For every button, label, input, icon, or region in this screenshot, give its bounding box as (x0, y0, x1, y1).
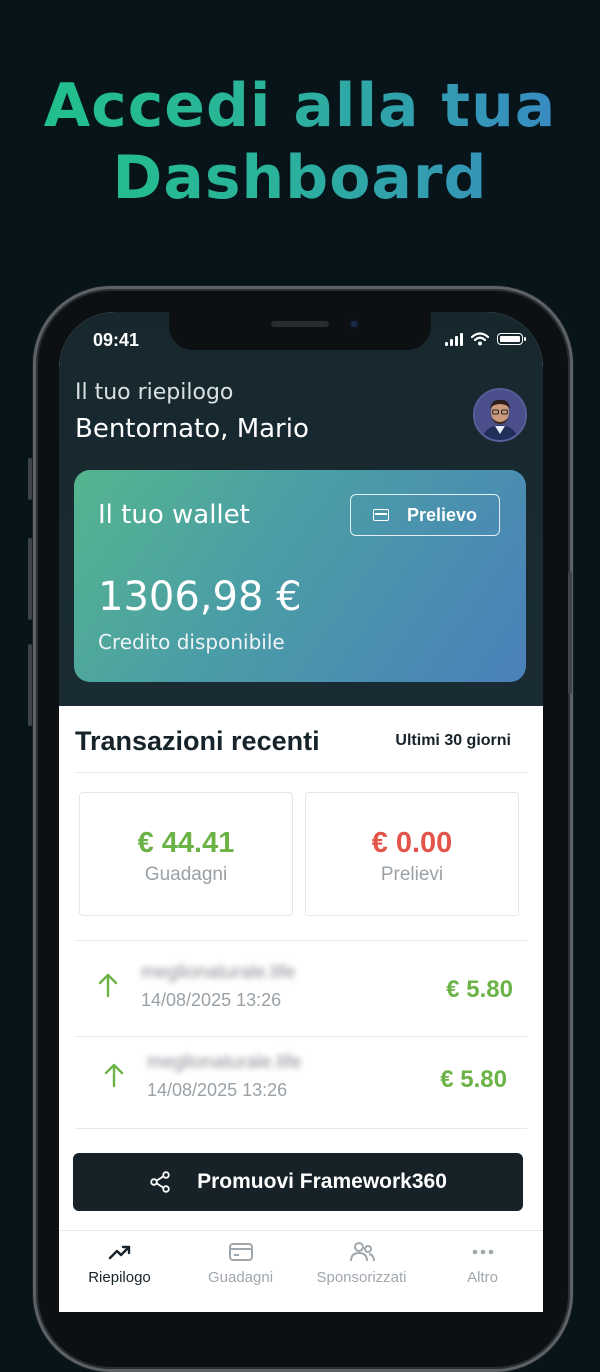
mute-switch (28, 458, 32, 500)
tab-bar: Riepilogo Guadagni Sponsorizzati Altro (59, 1230, 543, 1312)
transaction-row[interactable]: meglionaturale.life 14/08/2025 13:26 € 5… (75, 946, 527, 1034)
volume-up-button (28, 538, 32, 620)
withdraw-label: Prelievo (406, 504, 478, 525)
more-icon (472, 1249, 493, 1255)
earnings-value: € 44.41 (137, 827, 235, 859)
users-icon (349, 1242, 375, 1262)
tab-sponsorizzati[interactable]: Sponsorizzati (301, 1231, 422, 1312)
withdrawals-value: € 0.00 (371, 827, 453, 859)
tab-label: Guadagni (207, 1269, 274, 1286)
date-range-filter[interactable]: Ultimi 30 giorni (395, 732, 511, 750)
transaction-description: meglionaturale.life (141, 962, 296, 983)
arrow-up-icon (104, 1063, 124, 1088)
notch (169, 312, 431, 350)
balance-label: Credito disponibile (98, 630, 285, 654)
greeting-subtitle: Il tuo riepilogo (75, 380, 234, 405)
card-icon (372, 509, 389, 521)
avatar[interactable] (473, 388, 527, 442)
tab-label: Altro (467, 1269, 498, 1286)
transaction-amount: € 5.80 (446, 976, 513, 1003)
battery-icon (497, 333, 526, 345)
divider (75, 940, 527, 941)
withdrawals-stat: € 0.00 Prelievi (305, 792, 519, 916)
card-icon (228, 1243, 253, 1261)
wallet-balance: 1306,98 € (98, 574, 302, 620)
divider (75, 772, 527, 773)
headline-line-1: Accedi alla tua (43, 71, 557, 141)
promo-headline: Accedi alla tua Dashboard (0, 70, 600, 214)
tab-label: Riepilogo (88, 1269, 151, 1286)
transactions-panel: Transazioni recenti Ultimi 30 giorni € 4… (59, 706, 543, 1312)
earnings-stat: € 44.41 Guadagni (79, 792, 293, 916)
transaction-date: 14/08/2025 13:26 (141, 990, 282, 1010)
tab-label: Sponsorizzati (316, 1269, 407, 1286)
arrow-up-icon (98, 973, 118, 998)
app-screen: 09:41 Il tuo riepilogo Bentornato, Mario (59, 312, 543, 1312)
header-area: 09:41 Il tuo riepilogo Bentornato, Mario (59, 312, 543, 707)
wifi-icon (471, 332, 489, 346)
transaction-amount: € 5.80 (440, 1066, 507, 1093)
volume-down-button (28, 644, 32, 726)
share-icon (150, 1171, 170, 1193)
divider (75, 1128, 527, 1129)
withdrawals-label: Prelievi (380, 864, 444, 885)
wallet-card: Il tuo wallet Prelievo 1306,98 € Credito… (74, 470, 526, 682)
tab-altro[interactable]: Altro (422, 1231, 543, 1312)
camera (349, 319, 359, 329)
promote-button[interactable]: Promuovi Framework360 (73, 1153, 523, 1211)
signal-icon (445, 332, 463, 346)
power-button (568, 572, 572, 694)
earnings-label: Guadagni (144, 864, 228, 885)
wallet-title: Il tuo wallet (98, 500, 250, 530)
transaction-row[interactable]: meglionaturale.life 14/08/2025 13:26 € 5… (81, 1036, 521, 1124)
avatar-photo (475, 390, 525, 440)
status-time: 09:41 (93, 330, 140, 350)
tab-guadagni[interactable]: Guadagni (180, 1231, 301, 1312)
promote-label: Promuovi Framework360 (197, 1170, 447, 1193)
withdraw-button[interactable]: Prelievo (350, 494, 500, 536)
transactions-title: Transazioni recenti (75, 726, 320, 756)
transaction-description: meglionaturale.life (147, 1052, 302, 1073)
trend-icon (108, 1245, 130, 1260)
tab-riepilogo[interactable]: Riepilogo (59, 1231, 180, 1312)
headline-line-2: Dashboard (112, 143, 488, 213)
status-icons (445, 332, 526, 346)
transaction-date: 14/08/2025 13:26 (147, 1080, 288, 1100)
speaker (271, 321, 329, 327)
greeting-title: Bentornato, Mario (75, 414, 309, 444)
